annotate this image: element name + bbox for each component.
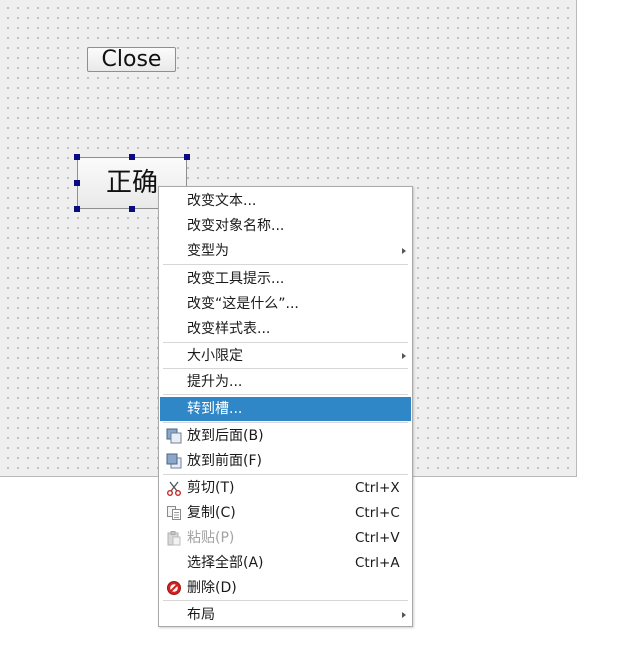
- paste-icon: [167, 531, 181, 546]
- menu-item-change-object-name[interactable]: 改变对象名称...: [160, 214, 411, 238]
- menu-item-paste[interactable]: 粘贴(P) Ctrl+V: [160, 526, 411, 550]
- context-menu: 改变文本... 改变对象名称... 变型为 改变工具提示... 改变“这是什么”…: [158, 186, 413, 627]
- send-to-back-icon: [166, 428, 182, 444]
- selection-handle-bottom[interactable]: [129, 206, 135, 212]
- menu-item-bring-to-front[interactable]: 放到前面(F): [160, 449, 411, 473]
- menu-separator: [163, 264, 408, 265]
- menu-item-size-constraints[interactable]: 大小限定: [160, 344, 411, 368]
- menu-item-label: 大小限定: [187, 348, 243, 364]
- menu-item-select-all[interactable]: 选择全部(A) Ctrl+A: [160, 551, 411, 575]
- menu-item-delete[interactable]: 删除(D): [160, 576, 411, 600]
- menu-item-label: 改变工具提示...: [187, 271, 285, 287]
- menu-item-promote-to[interactable]: 提升为...: [160, 370, 411, 394]
- selection-handle-bottom-left[interactable]: [74, 206, 80, 212]
- menu-item-label: 复制(C): [187, 505, 236, 521]
- menu-item-morph-into[interactable]: 变型为: [160, 239, 411, 263]
- close-button[interactable]: Close: [87, 47, 176, 72]
- menu-item-change-text[interactable]: 改变文本...: [160, 189, 411, 213]
- menu-item-label: 改变样式表...: [187, 321, 271, 337]
- scissors-icon: [167, 481, 181, 496]
- menu-separator: [163, 368, 408, 369]
- selection-handle-top[interactable]: [129, 154, 135, 160]
- menu-item-change-tooltip[interactable]: 改变工具提示...: [160, 267, 411, 291]
- copy-icon: [167, 506, 181, 520]
- menu-item-label: 变型为: [187, 243, 229, 259]
- menu-item-label: 粘贴(P): [187, 530, 235, 546]
- menu-item-label: 放到后面(B): [187, 428, 264, 444]
- menu-item-label: 删除(D): [187, 580, 237, 596]
- menu-item-label: 选择全部(A): [187, 555, 264, 571]
- menu-item-label: 布局: [187, 607, 215, 623]
- menu-item-cut[interactable]: 剪切(T) Ctrl+X: [160, 476, 411, 500]
- menu-item-layout[interactable]: 布局: [160, 603, 411, 627]
- menu-item-shortcut: Ctrl+C: [355, 505, 400, 521]
- menu-separator: [163, 342, 408, 343]
- submenu-arrow-icon: [402, 353, 406, 359]
- selection-handle-top-left[interactable]: [74, 154, 80, 160]
- menu-item-label: 提升为...: [187, 374, 243, 390]
- menu-item-label: 放到前面(F): [187, 453, 262, 469]
- menu-separator: [163, 474, 408, 475]
- menu-item-label: 改变“这是什么”...: [187, 296, 299, 312]
- menu-item-shortcut: Ctrl+X: [355, 480, 400, 496]
- menu-item-label: 转到槽...: [187, 401, 243, 417]
- menu-item-label: 剪切(T): [187, 480, 235, 496]
- submenu-arrow-icon: [402, 612, 406, 618]
- menu-item-change-stylesheet[interactable]: 改变样式表...: [160, 317, 411, 341]
- menu-item-send-to-back[interactable]: 放到后面(B): [160, 424, 411, 448]
- delete-icon: [167, 581, 181, 595]
- selection-handle-left[interactable]: [74, 180, 80, 186]
- menu-item-copy[interactable]: 复制(C) Ctrl+C: [160, 501, 411, 525]
- selection-handle-top-right[interactable]: [184, 154, 190, 160]
- menu-item-label: 改变对象名称...: [187, 218, 285, 234]
- bring-to-front-icon: [166, 453, 182, 469]
- submenu-arrow-icon: [402, 248, 406, 254]
- menu-separator: [163, 600, 408, 601]
- menu-item-label: 改变文本...: [187, 193, 257, 209]
- menu-separator: [163, 422, 408, 423]
- menu-item-go-to-slot[interactable]: 转到槽...: [160, 397, 411, 421]
- menu-separator: [163, 394, 408, 395]
- menu-item-shortcut: Ctrl+A: [355, 555, 400, 571]
- menu-item-change-whats-this[interactable]: 改变“这是什么”...: [160, 292, 411, 316]
- menu-item-shortcut: Ctrl+V: [355, 530, 400, 546]
